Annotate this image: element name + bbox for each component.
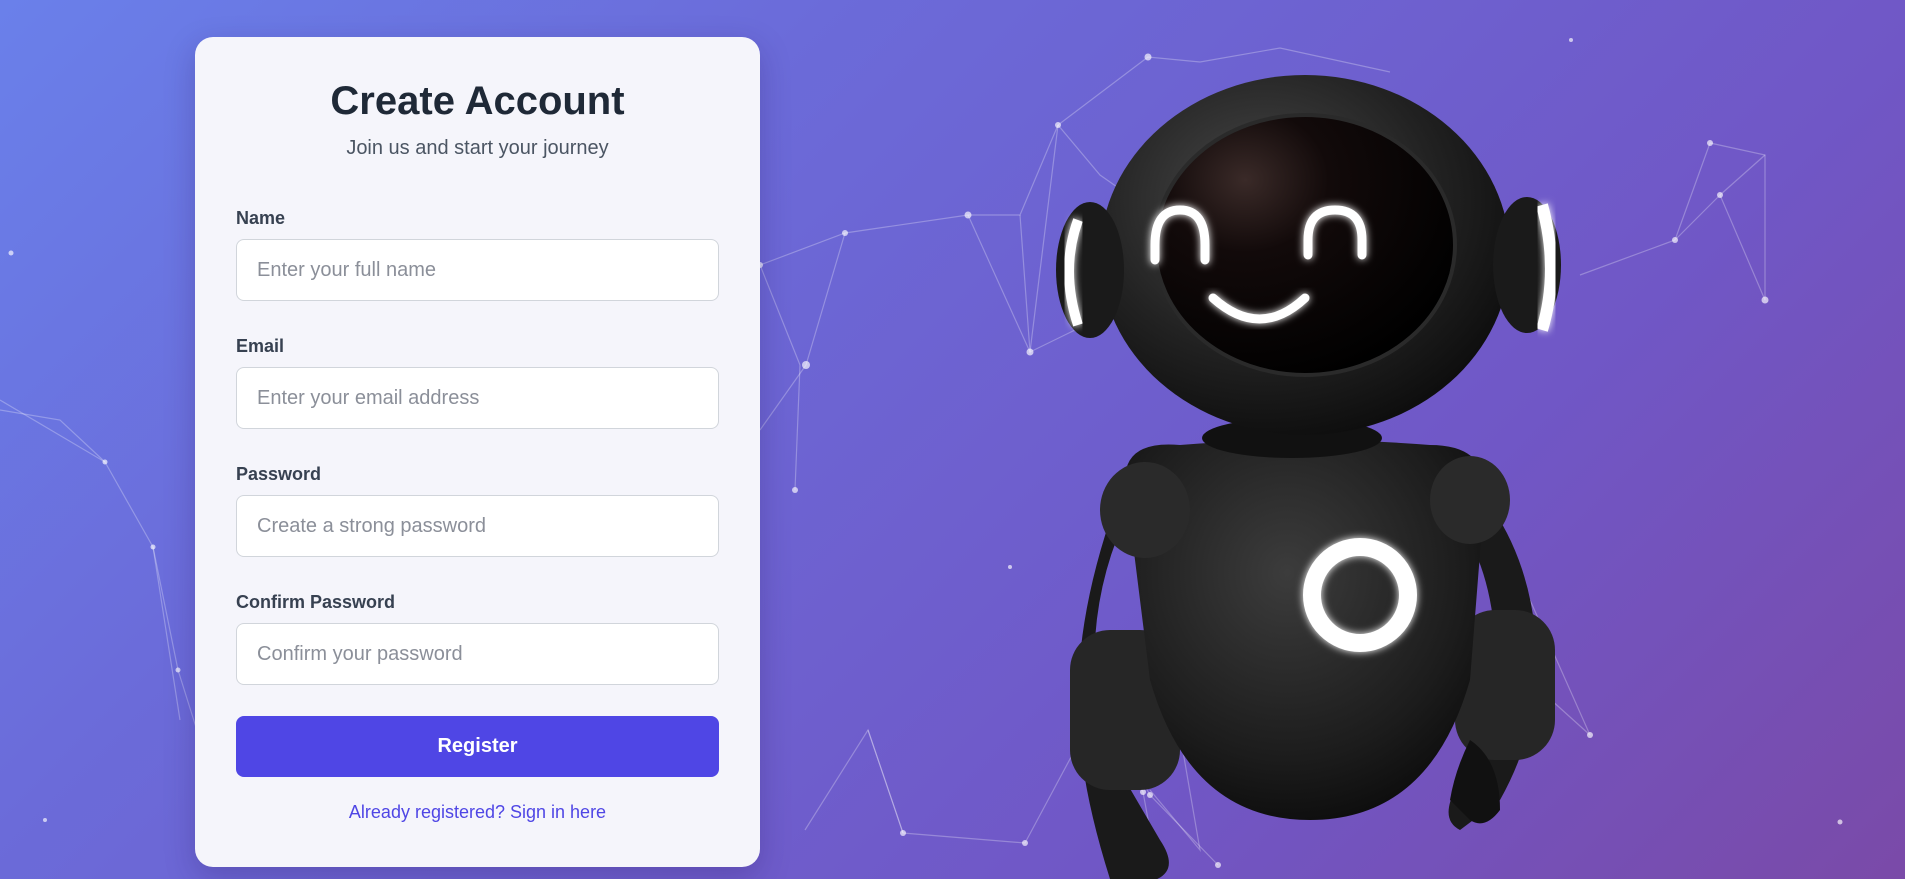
confirm-password-input[interactable] — [236, 623, 719, 685]
password-input[interactable] — [236, 495, 719, 557]
robot-mascot-icon — [1056, 75, 1561, 879]
password-label: Password — [236, 464, 322, 484]
page-subtitle: Join us and start your journey — [346, 137, 609, 159]
register-card: Create Account Join us and start your jo… — [195, 37, 760, 867]
page-title: Create Account — [330, 79, 625, 123]
name-input[interactable] — [236, 239, 719, 301]
sign-in-link[interactable]: Already registered? Sign in here — [195, 802, 760, 823]
register-button[interactable]: Register — [236, 716, 719, 777]
register-page: Create Account Join us and start your jo… — [0, 0, 1905, 879]
name-label: Name — [236, 208, 286, 228]
email-label: Email — [236, 336, 285, 356]
email-input[interactable] — [236, 367, 719, 429]
confirm-password-label: Confirm Password — [236, 592, 396, 612]
